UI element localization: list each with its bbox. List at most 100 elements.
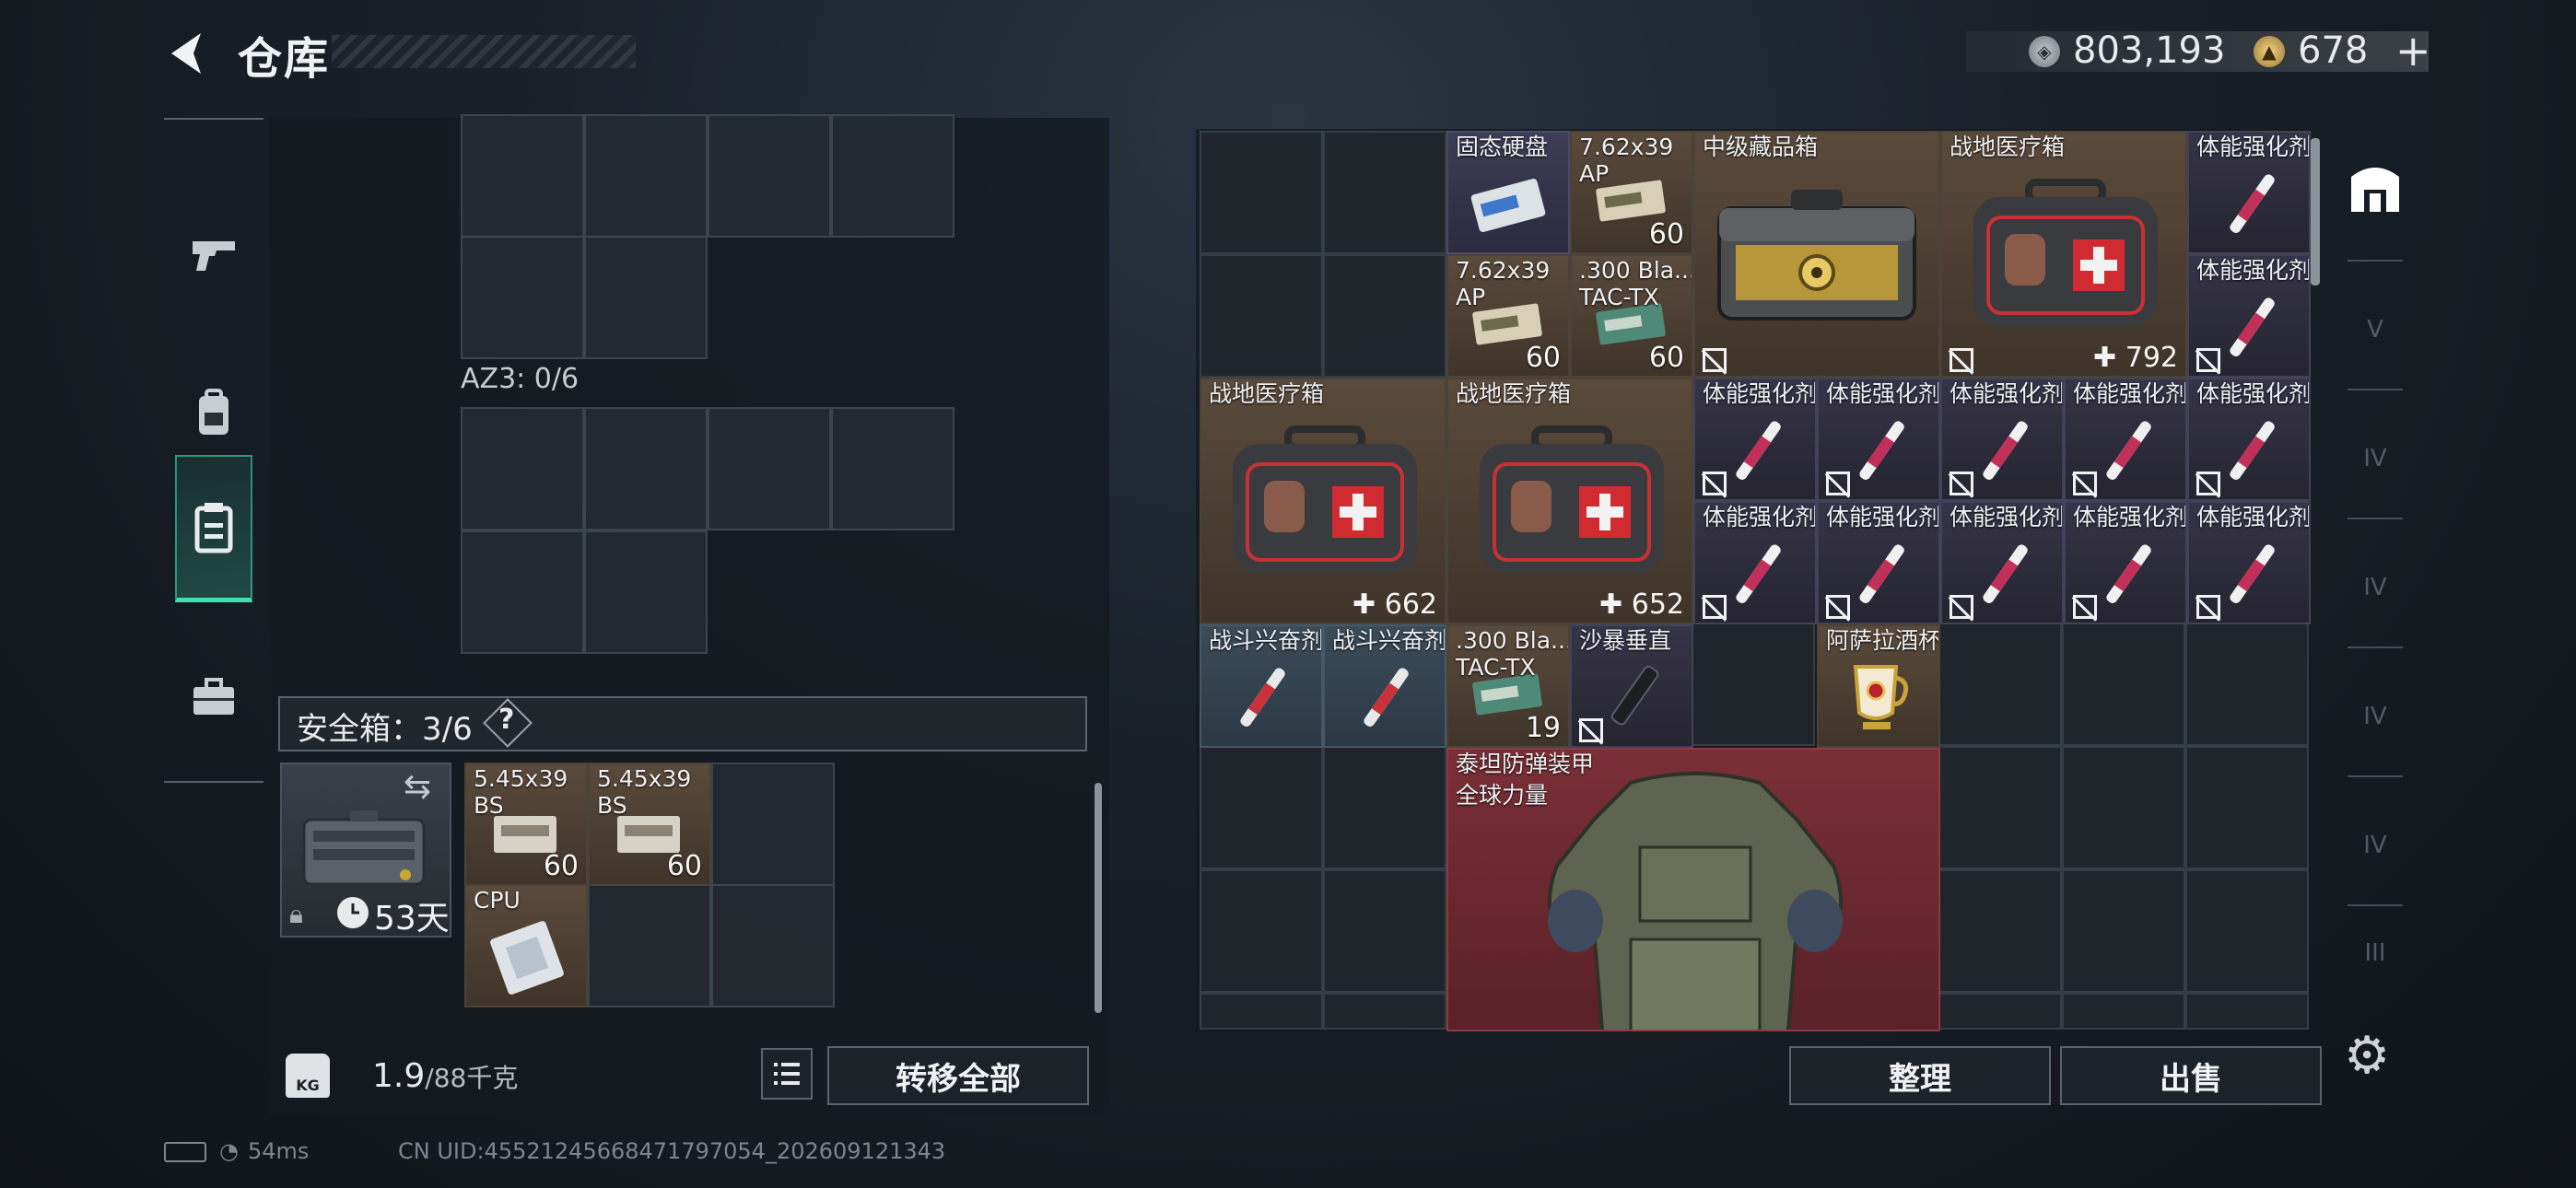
safe-case-icon [302,810,426,886]
item-name: 体能强化剂 [1703,380,1817,407]
grid-slot[interactable] [1200,993,1323,1030]
stash-tab-1[interactable]: V [2331,271,2419,389]
grid-slot[interactable] [708,114,831,238]
inventory-item-stim[interactable]: 体能强化剂 [2187,131,2311,254]
add-gold-button[interactable]: + [2395,26,2431,76]
inventory-item-armor[interactable]: 泰坦防弹装甲 全球力量 [1446,748,1940,1031]
grid-slot[interactable] [1938,623,2062,746]
grid-slot[interactable] [1200,131,1323,254]
stash-tab-6[interactable]: III [2331,912,2419,995]
tab-case[interactable] [175,623,252,770]
grid-slot[interactable] [1323,993,1446,1030]
inventory-item-ammo[interactable]: 7.62x39 AP 60 [1446,254,1570,378]
inventory-item-collection-box[interactable]: 中级藏品箱 [1693,131,1940,378]
inventory-item-stim[interactable]: 体能强化剂 [1940,501,2064,624]
tab-container[interactable] [175,455,252,602]
grid-slot[interactable] [1938,869,2062,993]
grid-slot[interactable] [2185,746,2309,869]
grid-slot[interactable] [2185,993,2309,1030]
inventory-item-ammo[interactable]: 5.45x39 BS 60 [588,763,711,886]
inventory-item-stim[interactable]: 体能强化剂 [1817,378,1940,501]
grid-slot[interactable] [2185,869,2309,993]
first-aid-kit-icon [1480,425,1664,573]
inventory-item-ammo[interactable]: 5.45x39 BS 60 [464,763,588,886]
grid-slot[interactable] [588,884,711,1007]
grid-slot[interactable] [1200,869,1323,993]
sell-button[interactable]: 出售 [2060,1046,2322,1105]
inventory-item-cup[interactable]: 阿萨拉酒杯 [1817,624,1940,748]
inventory-item-ammo[interactable]: 7.62x39 AP 60 [1570,131,1693,254]
inventory-item-cpu[interactable]: CPU [464,884,588,1007]
grid-slot[interactable] [2062,623,2185,746]
grid-slot[interactable] [831,114,954,238]
unbound-icon [1950,472,1973,495]
grid-slot[interactable] [711,763,835,886]
tab-level-label: V [2367,316,2383,344]
inventory-item-combat-stim[interactable]: 战斗兴奋剂 [1200,624,1323,748]
inventory-item-medkit[interactable]: 战地医疗箱 ✚ 652 [1446,378,1693,624]
grid-slot[interactable] [1323,869,1446,993]
left-scrollbar[interactable] [1095,783,1102,1013]
stash-tab-5[interactable]: IV [2331,786,2419,904]
grid-slot[interactable] [2185,623,2309,746]
grid-slot[interactable] [1938,993,2062,1030]
grid-slot[interactable] [461,407,584,530]
inventory-item-stim[interactable]: 体能强化剂 [2187,378,2311,501]
grid-slot[interactable] [831,407,954,530]
inventory-item-stim[interactable]: 体能强化剂 [1817,501,1940,624]
grid-slot[interactable] [584,236,708,359]
grid-slot[interactable] [461,114,584,238]
grid-slot[interactable] [1323,254,1446,378]
grid-slot[interactable] [2062,993,2185,1030]
warehouse-icon [2351,168,2399,212]
inventory-item-ammo[interactable]: .300 Bla... TAC-TX 19 [1446,624,1570,748]
briefcase-icon [193,678,234,715]
unbound-icon [1950,348,1973,372]
grid-slot[interactable] [2062,869,2185,993]
inventory-item-ammo[interactable]: .300 Bla... TAC-TX 60 [1570,254,1693,378]
item-subname: BS [474,792,504,819]
grid-slot[interactable] [1200,746,1323,869]
inventory-item-sandstorm[interactable]: 沙暴垂直 [1570,624,1693,748]
stash-tab-2[interactable]: IV [2331,400,2419,518]
grid-slot[interactable] [708,407,831,530]
gear-icon[interactable]: ⚙ [2344,1026,2390,1086]
stash-tab-4[interactable]: IV [2331,658,2419,775]
inventory-item-stim[interactable]: 体能强化剂 [2064,501,2187,624]
tab-divider [2348,260,2403,262]
grid-slot[interactable] [1323,746,1446,869]
inventory-item-stim[interactable]: 体能强化剂 [1693,501,1817,624]
back-button[interactable] [162,28,214,79]
grid-slot[interactable] [1200,254,1323,378]
tab-weapons[interactable] [175,181,252,328]
unbound-icon [2073,472,2097,495]
grid-slot[interactable] [1692,623,1815,746]
inventory-item-stim[interactable]: 体能强化剂 [1693,378,1817,501]
grid-slot[interactable] [1938,746,2062,869]
grid-slot[interactable] [461,236,584,359]
sort-button[interactable]: 整理 [1789,1046,2051,1105]
inventory-item-stim[interactable]: 体能强化剂 [1940,378,2064,501]
list-view-button[interactable] [761,1048,813,1100]
right-scrollbar[interactable] [2311,138,2320,285]
grid-slot[interactable] [711,884,835,1007]
swap-icon[interactable]: ⇆ [404,768,431,806]
grid-slot[interactable] [1323,131,1446,254]
inventory-item-ssd[interactable]: 固态硬盘 [1446,131,1570,254]
grid-slot[interactable] [584,530,708,654]
stash-tab-main[interactable] [2331,129,2419,247]
grid-slot[interactable] [584,114,708,238]
grid-slot[interactable] [461,530,584,654]
inventory-item-medkit[interactable]: 战地医疗箱 ✚ 792 [1940,131,2187,378]
inventory-item-medkit[interactable]: 战地医疗箱 ✚ 662 [1200,378,1446,624]
transfer-all-button[interactable]: 转移全部 [827,1046,1089,1105]
inventory-item-combat-stim[interactable]: 战斗兴奋剂 [1323,624,1446,748]
battery-icon [164,1142,206,1162]
stash-tab-3[interactable]: IV [2331,529,2419,646]
grid-slot[interactable] [2062,746,2185,869]
grid-slot[interactable] [584,407,708,530]
inventory-item-stim[interactable]: 体能强化剂 [2187,254,2311,378]
tab-divider [2348,775,2403,777]
inventory-item-stim[interactable]: 体能强化剂 [2187,501,2311,624]
inventory-item-stim[interactable]: 体能强化剂 [2064,378,2187,501]
